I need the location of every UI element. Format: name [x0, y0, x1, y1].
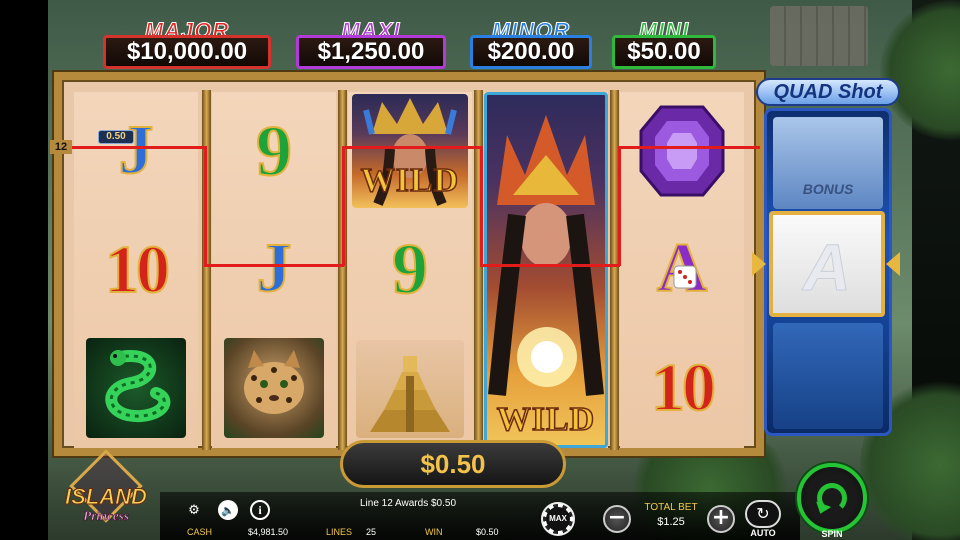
cash-value: $4,981.50: [248, 527, 289, 537]
spin-button[interactable]: [797, 463, 867, 533]
autoplay-label: AUTO: [750, 528, 776, 538]
quadshot-lower-area: [773, 323, 883, 429]
jackpot-mini: MINI $50.00: [612, 18, 716, 70]
payline-segment: [342, 146, 345, 266]
reel-separator: [338, 90, 347, 450]
total-bet-value: $1.25: [657, 516, 685, 528]
expanded-wild-princess: WILD: [484, 92, 608, 448]
settings-gear-icon[interactable]: ⚙: [184, 500, 204, 520]
foliage-decoration: [880, 0, 960, 140]
increase-bet-button[interactable]: +: [707, 505, 735, 533]
ocelot-icon: [244, 350, 304, 414]
lines-value: 25: [366, 527, 377, 537]
symbol-j-text: J: [118, 112, 155, 189]
quadshot-panel: BONUS A: [764, 108, 892, 436]
reel-separator: [610, 90, 619, 450]
payline-segment: [618, 146, 760, 149]
win-value: $0.50: [476, 527, 499, 537]
payline-segment: [480, 264, 620, 267]
symbol-green-snake: [86, 338, 186, 438]
autoplay-button[interactable]: ↻: [745, 500, 781, 528]
stone-ruin-decoration: [770, 6, 868, 66]
purple-gem-icon: [639, 105, 725, 197]
symbol-purple-gem: [620, 92, 744, 210]
symbol-9-text: 9: [391, 229, 429, 309]
payline-number: 12: [50, 140, 72, 154]
quadshot-right-arrow-icon: [886, 252, 900, 276]
quadshot-a-symbol: A: [803, 230, 852, 305]
symbol-j: J: [212, 210, 336, 328]
jackpot-mini-amount: $50.00: [612, 35, 716, 69]
lines-label: LINES: [326, 527, 353, 537]
payline-segment: [72, 146, 206, 149]
symbol-ocelot: [224, 338, 324, 438]
symbol-a: A: [620, 210, 744, 328]
reel-frame: J 10 9 J WILD 9 WILD 10: [54, 72, 764, 456]
island-princess-logo: ISLAND Princess: [56, 449, 156, 534]
info-icon[interactable]: i: [250, 500, 270, 520]
symbol-j: J: [74, 92, 198, 210]
wild-label: WILD: [496, 400, 596, 439]
win-amount-display: $0.50: [340, 440, 566, 488]
symbol-pyramid: [356, 340, 464, 438]
sound-toggle-icon[interactable]: 🔈: [218, 500, 238, 520]
wild-label: WILD: [360, 161, 460, 200]
line-award-message: Line 12 Awards $0.50: [360, 498, 457, 509]
left-letterbox: [0, 0, 48, 540]
quadshot-bonus-area: BONUS: [773, 117, 883, 209]
payline-segment: [618, 146, 621, 266]
pyramid-icon: [370, 356, 450, 432]
jackpot-maxi-amount: $1,250.00: [296, 35, 446, 69]
quadshot-left-arrow-icon: [752, 252, 766, 276]
symbol-10: 10: [620, 328, 744, 446]
max-bet-label: MAX: [546, 507, 570, 531]
symbol-10-text: 10: [104, 231, 171, 307]
reel-separator: [474, 90, 483, 450]
payline-win-tag: 0.50: [98, 130, 134, 144]
total-bet-label: TOTAL BET: [644, 502, 698, 513]
princess-icon: [488, 115, 604, 396]
spin-label: SPIN: [821, 529, 843, 539]
autoplay-icon: ↻: [756, 504, 770, 523]
game-screen: MAJOR $10,000.00 MAXI $1,250.00 MINOR $2…: [0, 0, 960, 540]
symbol-9-text: 9: [255, 111, 293, 191]
snake-icon: [105, 350, 171, 423]
reel-separator: [202, 90, 211, 450]
quadshot-bonus-label: BONUS: [802, 181, 854, 197]
spin-arrow-icon: [817, 483, 847, 513]
payline-segment: [204, 146, 207, 266]
jackpot-major-amount: $10,000.00: [103, 35, 271, 69]
payline-segment: [342, 146, 482, 149]
jackpot-maxi: MAXI $1,250.00: [296, 18, 446, 70]
decrease-bet-button[interactable]: −: [603, 505, 631, 533]
jackpot-major: MAJOR $10,000.00: [103, 18, 271, 70]
symbol-9: 9: [348, 210, 472, 328]
logo-line2: Princess: [83, 508, 129, 524]
symbol-9: 9: [212, 92, 336, 210]
symbol-10-text: 10: [650, 349, 717, 425]
quadshot-title: QUAD Shot: [756, 78, 900, 106]
cash-label: CASH: [187, 527, 213, 537]
jackpot-minor: MINOR $200.00: [470, 18, 592, 70]
symbol-j-text: J: [256, 230, 293, 307]
reel-4: WILD: [484, 92, 608, 448]
max-bet-button[interactable]: MAX: [541, 502, 575, 536]
payline-segment: [480, 146, 483, 266]
win-label: WIN: [425, 527, 443, 537]
symbol-princess-wild: WILD: [352, 94, 468, 208]
reel-2: 9 J: [212, 92, 336, 448]
dice-icon: [673, 265, 697, 289]
symbol-10: 10: [74, 210, 198, 328]
logo-line1: ISLAND: [65, 484, 148, 510]
jackpot-minor-amount: $200.00: [470, 35, 592, 69]
quadshot-window: A: [769, 211, 885, 317]
payline-segment: [204, 264, 344, 267]
